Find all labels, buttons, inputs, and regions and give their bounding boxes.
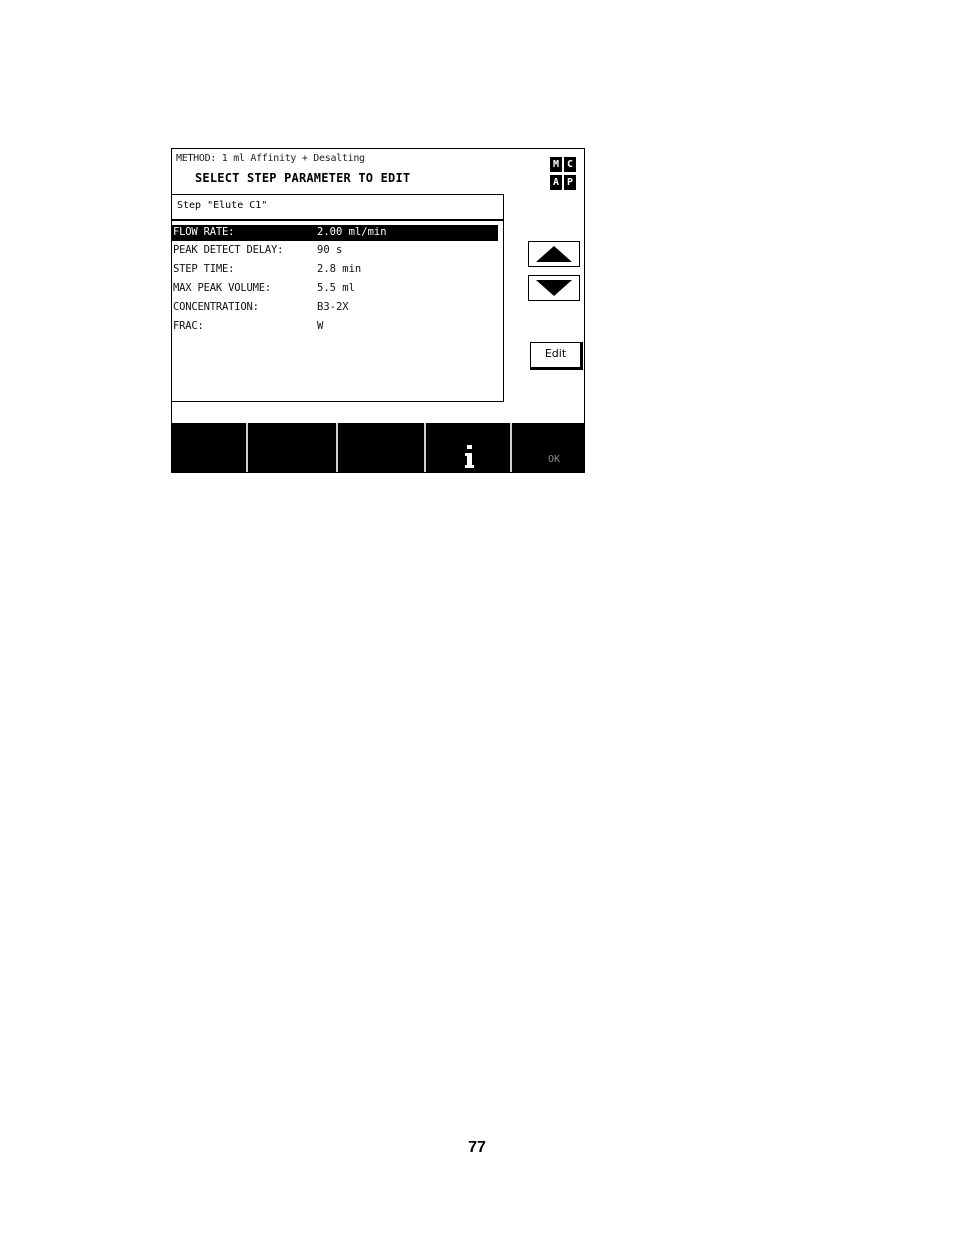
parameter-row-step-time[interactable]: STEP TIME: 2.8 min <box>172 260 498 279</box>
parameter-row-max-peak-volume[interactable]: MAX PEAK VOLUME: 5.5 ml <box>172 279 498 298</box>
mcap-logo: M C A P <box>550 157 576 191</box>
logo-letter-m: M <box>550 157 562 172</box>
parameter-value: 90 s <box>317 244 343 256</box>
edit-button[interactable]: Edit <box>530 342 583 370</box>
parameter-value: W <box>317 320 324 332</box>
method-name: METHOD: 1 ml Affinity + Desalting <box>176 153 365 164</box>
parameter-label: CONCENTRATION: <box>173 301 259 313</box>
parameter-value: 5.5 ml <box>317 282 355 294</box>
scroll-down-button[interactable] <box>528 275 580 301</box>
triangle-up-icon <box>536 246 572 262</box>
logo-letter-p: P <box>564 175 576 190</box>
parameter-label: STEP TIME: <box>173 263 235 275</box>
parameter-value: B3-2X <box>317 301 349 313</box>
scroll-up-button[interactable] <box>528 241 580 267</box>
step-name: Step "Elute C1" <box>177 200 268 211</box>
parameter-row-peak-detect-delay[interactable]: PEAK DETECT DELAY: 90 s <box>172 241 498 260</box>
instrument-screen: METHOD: 1 ml Affinity + Desalting SELECT… <box>171 148 585 473</box>
softkey-3[interactable] <box>338 423 424 472</box>
parameter-label: FRAC: <box>173 320 204 332</box>
parameter-label: FLOW RATE: <box>173 226 235 238</box>
info-icon <box>465 445 474 468</box>
parameter-label: PEAK DETECT DELAY: <box>173 244 284 256</box>
parameter-row-frac[interactable]: FRAC: W <box>172 317 498 336</box>
ok-label: OK <box>548 454 561 465</box>
page-number: 77 <box>468 1139 486 1156</box>
parameter-row-flow-rate[interactable]: FLOW RATE: 2.00 ml/min <box>172 225 498 241</box>
parameter-row-concentration[interactable]: CONCENTRATION: B3-2X <box>172 298 498 317</box>
parameter-value: 2.8 min <box>317 263 362 275</box>
logo-letter-c: C <box>564 157 576 172</box>
parameter-value: 2.00 ml/min <box>317 226 387 238</box>
screen-title: SELECT STEP PARAMETER TO EDIT <box>195 171 411 185</box>
parameter-list: FLOW RATE: 2.00 ml/min PEAK DETECT DELAY… <box>172 225 498 336</box>
softkey-info[interactable] <box>426 423 510 472</box>
softkey-bar: OK <box>172 423 584 472</box>
panel-divider <box>172 219 503 221</box>
parameter-label: MAX PEAK VOLUME: <box>173 282 271 294</box>
softkey-2[interactable] <box>248 423 336 472</box>
logo-letter-a: A <box>550 175 562 190</box>
softkey-ok[interactable]: OK <box>512 423 584 472</box>
parameter-panel: Step "Elute C1" FLOW RATE: 2.00 ml/min P… <box>172 194 504 402</box>
softkey-1[interactable] <box>172 423 246 472</box>
triangle-down-icon <box>536 280 572 296</box>
